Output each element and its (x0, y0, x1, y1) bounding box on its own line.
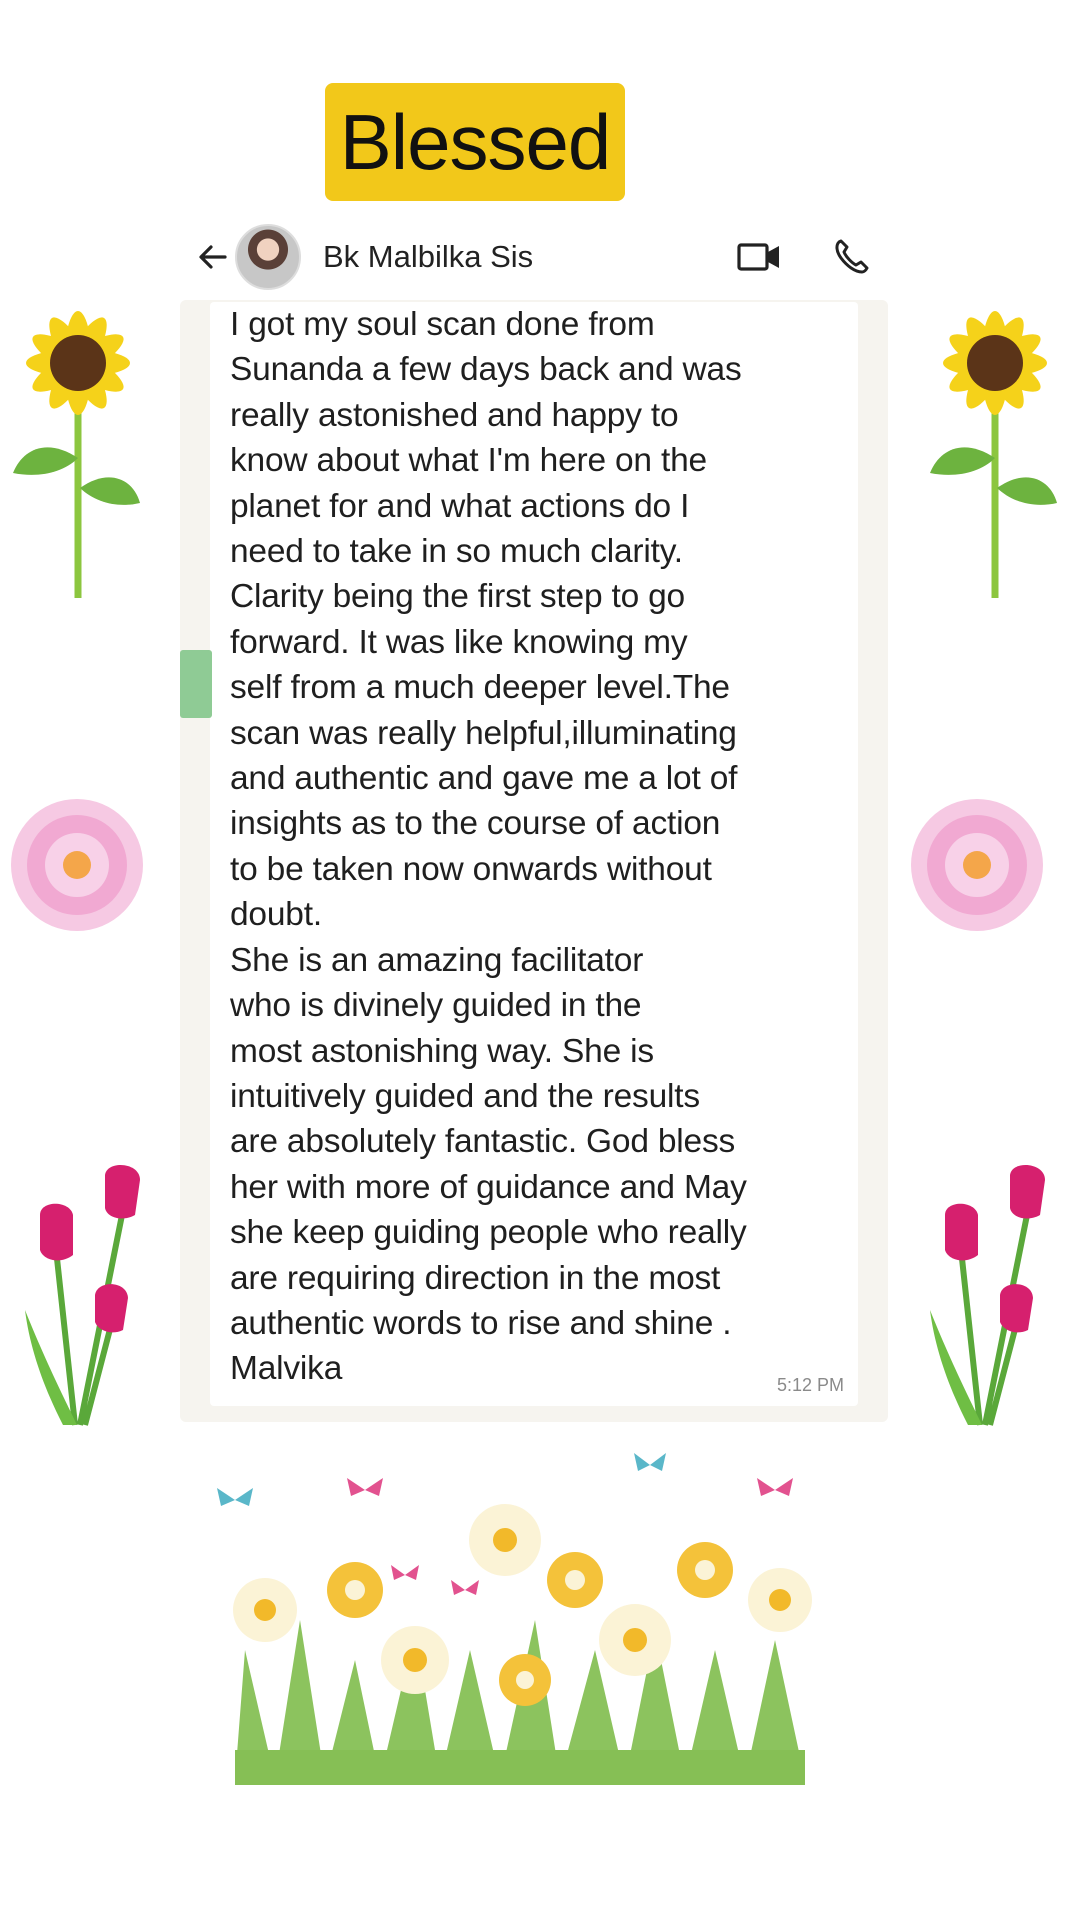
flower-meadow-icon (217, 1453, 812, 1785)
message-bubble-container: I got my soul scan done from Sunanda a f… (180, 300, 888, 1422)
contact-name[interactable]: Bk Malbilka Sis (323, 239, 533, 275)
pink-dahlia-icon (911, 799, 1043, 931)
back-arrow-icon[interactable] (195, 239, 231, 275)
sunflower-icon (930, 311, 1057, 598)
avatar[interactable] (235, 224, 301, 290)
tulip-icon (25, 1164, 140, 1426)
video-call-icon[interactable] (737, 240, 781, 274)
blessed-banner: Blessed (325, 83, 625, 201)
tulip-icon (930, 1164, 1045, 1426)
message-text: I got my soul scan done from Sunanda a f… (230, 306, 747, 1388)
chat-header: Bk Malbilka Sis (195, 218, 885, 296)
header-actions (737, 237, 885, 277)
pink-dahlia-icon (11, 799, 143, 931)
message-timestamp: 5:12 PM (776, 1375, 844, 1395)
banner-title: Blessed (339, 97, 611, 186)
phone-call-icon[interactable] (831, 237, 871, 277)
scroll-tab[interactable] (180, 650, 212, 718)
sunflower-icon (13, 311, 140, 598)
message-bubble[interactable]: I got my soul scan done from Sunanda a f… (210, 302, 858, 1406)
